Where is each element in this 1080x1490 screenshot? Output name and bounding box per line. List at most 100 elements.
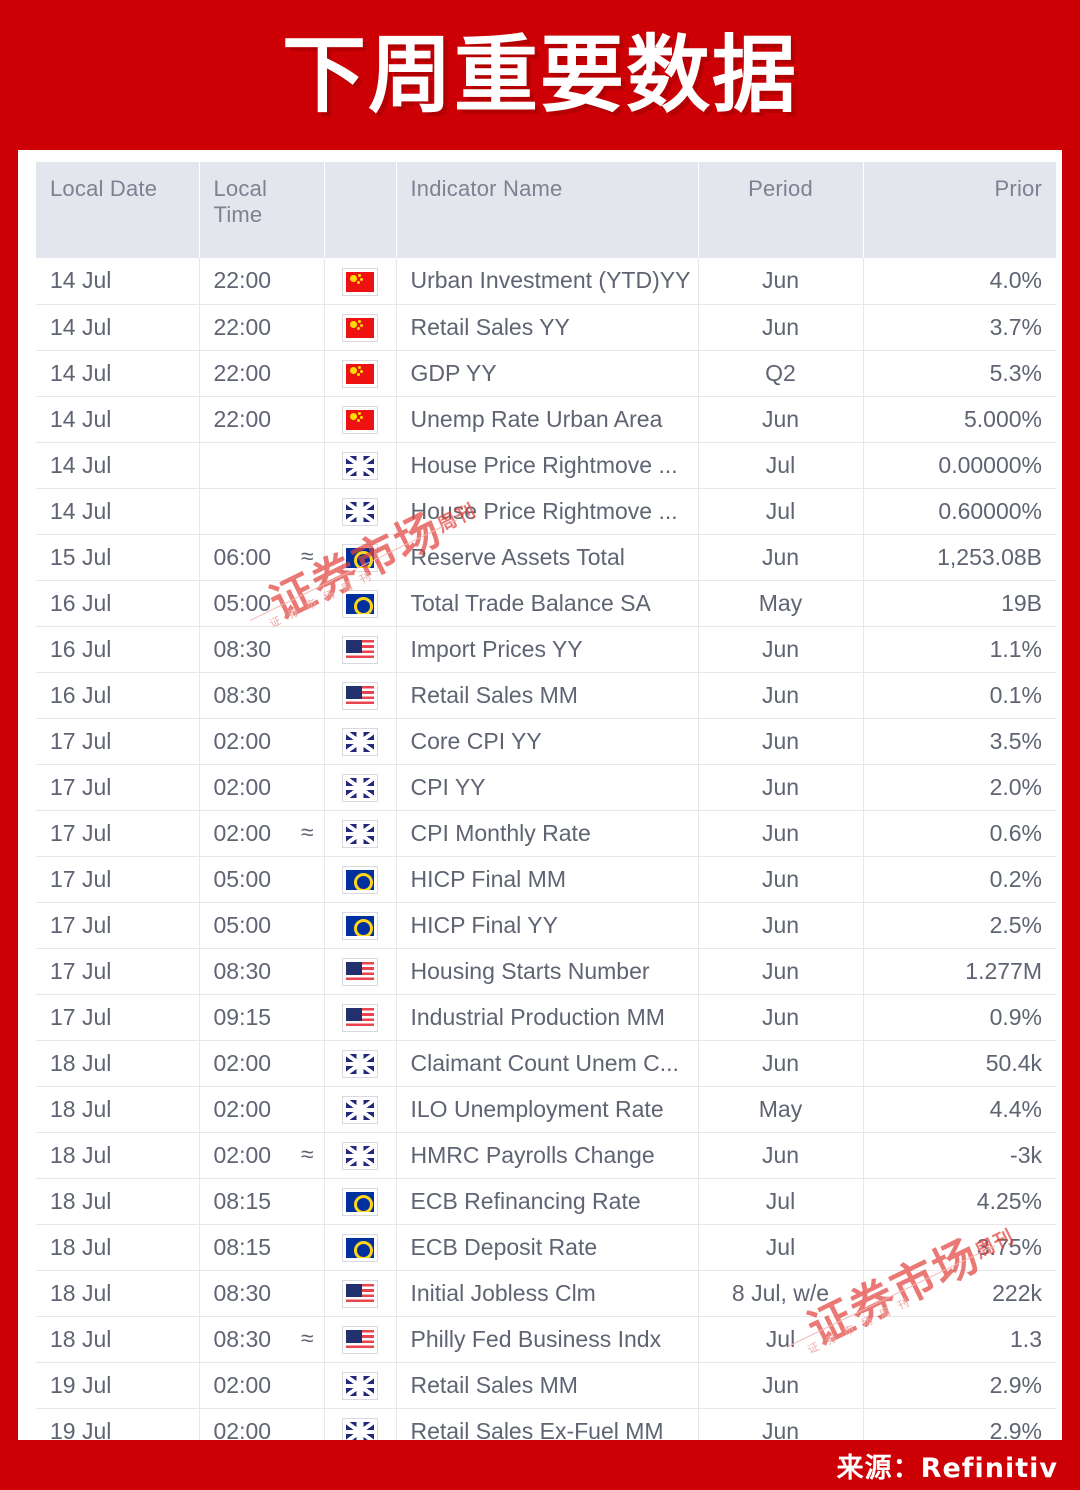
cell-indicator-name[interactable]: Retail Sales MM bbox=[396, 1362, 699, 1409]
cell-period: Jun bbox=[698, 1362, 864, 1409]
cell-indicator-name[interactable]: Retail Sales Ex-Fuel MM bbox=[396, 1408, 699, 1440]
table-row[interactable]: 17 Jul 05:00 HICP Final MM Jun 0.2% bbox=[36, 856, 1056, 903]
cell-local-date: 19 Jul bbox=[36, 1362, 200, 1409]
cell-prior: 5.000% bbox=[863, 396, 1056, 443]
table-row[interactable]: 17 Jul 05:00 HICP Final YY Jun 2.5% bbox=[36, 902, 1056, 949]
cell-prior: 3.75% bbox=[863, 1224, 1056, 1271]
cell-indicator-name[interactable]: House Price Rightmove ... bbox=[396, 442, 699, 489]
table-row[interactable]: 17 Jul 08:30 Housing Starts Number Jun 1.277… bbox=[36, 948, 1056, 995]
table-row[interactable]: 19 Jul 02:00 Retail Sales MM Jun 2.9% bbox=[36, 1362, 1056, 1409]
cell-indicator-name[interactable]: Total Trade Balance SA bbox=[396, 580, 699, 627]
cell-flag bbox=[324, 718, 397, 765]
cell-indicator-name[interactable]: Housing Starts Number bbox=[396, 948, 699, 995]
table-row[interactable]: 18 Jul 08:30 Initial Jobless Clm 8 Jul, w/e… bbox=[36, 1270, 1056, 1317]
table-row[interactable]: 14 Jul House Price Rightmove ... Jul 0.6000… bbox=[36, 488, 1056, 535]
table-row[interactable]: 14 Jul 22:00 Urban Investment (YTD)YY Jun 4.… bbox=[36, 258, 1056, 305]
table-row[interactable]: 19 Jul 02:00 Retail Sales Ex-Fuel MM Jun 2.9… bbox=[36, 1408, 1056, 1440]
cell-prior: 0.00000% bbox=[863, 442, 1056, 489]
cell-indicator-name[interactable]: Claimant Count Unem C... bbox=[396, 1040, 699, 1087]
cell-local-time: 02:00 bbox=[199, 1362, 325, 1409]
cell-indicator-name[interactable]: Urban Investment (YTD)YY bbox=[396, 258, 699, 305]
table-row[interactable]: 17 Jul 09:15 Industrial Production MM Jun 0.… bbox=[36, 994, 1056, 1041]
column-header-prior[interactable]: Prior bbox=[863, 162, 1056, 258]
cell-local-time: 22:00 bbox=[199, 304, 325, 351]
column-header-indicator-name[interactable]: Indicator Name bbox=[396, 162, 699, 258]
cell-indicator-name[interactable]: Retail Sales YY bbox=[396, 304, 699, 351]
cell-indicator-name[interactable]: ILO Unemployment Rate bbox=[396, 1086, 699, 1133]
table-row[interactable]: 18 Jul 02:00 ≈ HMRC Payrolls Change Jun -3k bbox=[36, 1132, 1056, 1179]
cell-flag bbox=[324, 396, 397, 443]
table-row[interactable]: 18 Jul 02:00 Claimant Count Unem C... Jun 50… bbox=[36, 1040, 1056, 1087]
cell-indicator-name[interactable]: Philly Fed Business Indx bbox=[396, 1316, 699, 1363]
local-time-text: 08:30 bbox=[213, 1279, 272, 1306]
table-row[interactable]: 18 Jul 02:00 ILO Unemployment Rate May 4.4% bbox=[36, 1086, 1056, 1133]
flag-eu-icon bbox=[342, 911, 378, 940]
cell-prior: 0.2% bbox=[863, 856, 1056, 903]
table-row[interactable]: 14 Jul 22:00 Unemp Rate Urban Area Jun 5.000… bbox=[36, 396, 1056, 443]
cell-indicator-name[interactable]: CPI YY bbox=[396, 764, 699, 811]
table-row[interactable]: 15 Jul 06:00 ≈ Reserve Assets Total Jun 1,253… bbox=[36, 534, 1056, 581]
cell-indicator-name[interactable]: Unemp Rate Urban Area bbox=[396, 396, 699, 443]
cell-indicator-name[interactable]: CPI Monthly Rate bbox=[396, 810, 699, 857]
cell-local-time: 22:00 bbox=[199, 396, 325, 443]
flag-uk-icon bbox=[342, 1049, 378, 1078]
cell-period: Jun bbox=[698, 258, 864, 305]
cell-indicator-name[interactable]: Import Prices YY bbox=[396, 626, 699, 673]
cell-period: Q2 bbox=[698, 350, 864, 397]
cell-indicator-name[interactable]: ECB Refinancing Rate bbox=[396, 1178, 699, 1225]
local-time-text: 02:00 bbox=[213, 1417, 272, 1441]
cell-indicator-name[interactable]: Reserve Assets Total bbox=[396, 534, 699, 581]
table-row[interactable]: 18 Jul 08:15 ECB Refinancing Rate Jul 4.25% bbox=[36, 1178, 1056, 1225]
table-row[interactable]: 16 Jul 08:30 Import Prices YY Jun 1.1% bbox=[36, 626, 1056, 673]
table-row[interactable]: 14 Jul House Price Rightmove ... Jul 0.0000… bbox=[36, 442, 1056, 489]
cell-flag bbox=[324, 1408, 397, 1440]
table-row[interactable]: 17 Jul 02:00 ≈ CPI Monthly Rate Jun 0.6% bbox=[36, 810, 1056, 857]
cell-local-time: 08:30 bbox=[199, 1270, 325, 1317]
cell-prior: 19B bbox=[863, 580, 1056, 627]
cell-indicator-name[interactable]: Industrial Production MM bbox=[396, 994, 699, 1041]
flag-us-icon bbox=[342, 1279, 378, 1308]
cell-indicator-name[interactable]: GDP YY bbox=[396, 350, 699, 397]
cell-indicator-name[interactable]: House Price Rightmove ... bbox=[396, 488, 699, 535]
column-header-period[interactable]: Period bbox=[698, 162, 864, 258]
cell-indicator-name[interactable]: Core CPI YY bbox=[396, 718, 699, 765]
cell-indicator-name[interactable]: HMRC Payrolls Change bbox=[396, 1132, 699, 1179]
cell-flag bbox=[324, 1132, 397, 1179]
cell-local-time: 22:00 bbox=[199, 258, 325, 305]
table-row[interactable]: 16 Jul 08:30 Retail Sales MM Jun 0.1% bbox=[36, 672, 1056, 719]
local-time-text: 06:00 bbox=[213, 543, 272, 570]
local-time-text: 08:30 bbox=[213, 681, 272, 708]
cell-flag bbox=[324, 1086, 397, 1133]
cell-period: Jun bbox=[698, 764, 864, 811]
cell-indicator-name[interactable]: Retail Sales MM bbox=[396, 672, 699, 719]
cell-period: Jun bbox=[698, 534, 864, 581]
table-row[interactable]: 18 Jul 08:15 ECB Deposit Rate Jul 3.75% bbox=[36, 1224, 1056, 1271]
cell-indicator-name[interactable]: ECB Deposit Rate bbox=[396, 1224, 699, 1271]
table-row[interactable]: 14 Jul 22:00 Retail Sales YY Jun 3.7% bbox=[36, 304, 1056, 351]
cell-period: Jun bbox=[698, 856, 864, 903]
cell-prior: 1.3 bbox=[863, 1316, 1056, 1363]
cell-indicator-name[interactable]: HICP Final MM bbox=[396, 856, 699, 903]
cell-local-date: 16 Jul bbox=[36, 580, 200, 627]
table-row[interactable]: 18 Jul 08:30 ≈ Philly Fed Business Indx Jul 1… bbox=[36, 1316, 1056, 1363]
cell-period: Jul bbox=[698, 442, 864, 489]
cell-local-time: 06:00 ≈ bbox=[199, 534, 325, 581]
cell-prior: 3.7% bbox=[863, 304, 1056, 351]
cell-flag bbox=[324, 442, 397, 489]
cell-indicator-name[interactable]: Initial Jobless Clm bbox=[396, 1270, 699, 1317]
cell-local-time bbox=[199, 442, 325, 489]
flag-uk-icon bbox=[342, 451, 378, 480]
page-title: 下周重要数据 bbox=[281, 26, 798, 124]
cell-indicator-name[interactable]: HICP Final YY bbox=[396, 902, 699, 949]
table-row[interactable]: 14 Jul 22:00 GDP YY Q2 5.3% bbox=[36, 350, 1056, 397]
table-row[interactable]: 17 Jul 02:00 Core CPI YY Jun 3.5% bbox=[36, 718, 1056, 765]
column-header-local-time[interactable]: Local Time bbox=[199, 162, 325, 258]
flag-cn-icon bbox=[342, 313, 378, 342]
cell-local-time: 02:00 bbox=[199, 718, 325, 765]
column-header-flag[interactable] bbox=[324, 162, 397, 258]
cell-period: Jun bbox=[698, 948, 864, 995]
table-row[interactable]: 17 Jul 02:00 CPI YY Jun 2.0% bbox=[36, 764, 1056, 811]
column-header-local-date[interactable]: Local Date bbox=[36, 162, 200, 258]
table-row[interactable]: 16 Jul 05:00 Total Trade Balance SA May 19B bbox=[36, 580, 1056, 627]
local-time-text: 22:00 bbox=[213, 359, 272, 386]
